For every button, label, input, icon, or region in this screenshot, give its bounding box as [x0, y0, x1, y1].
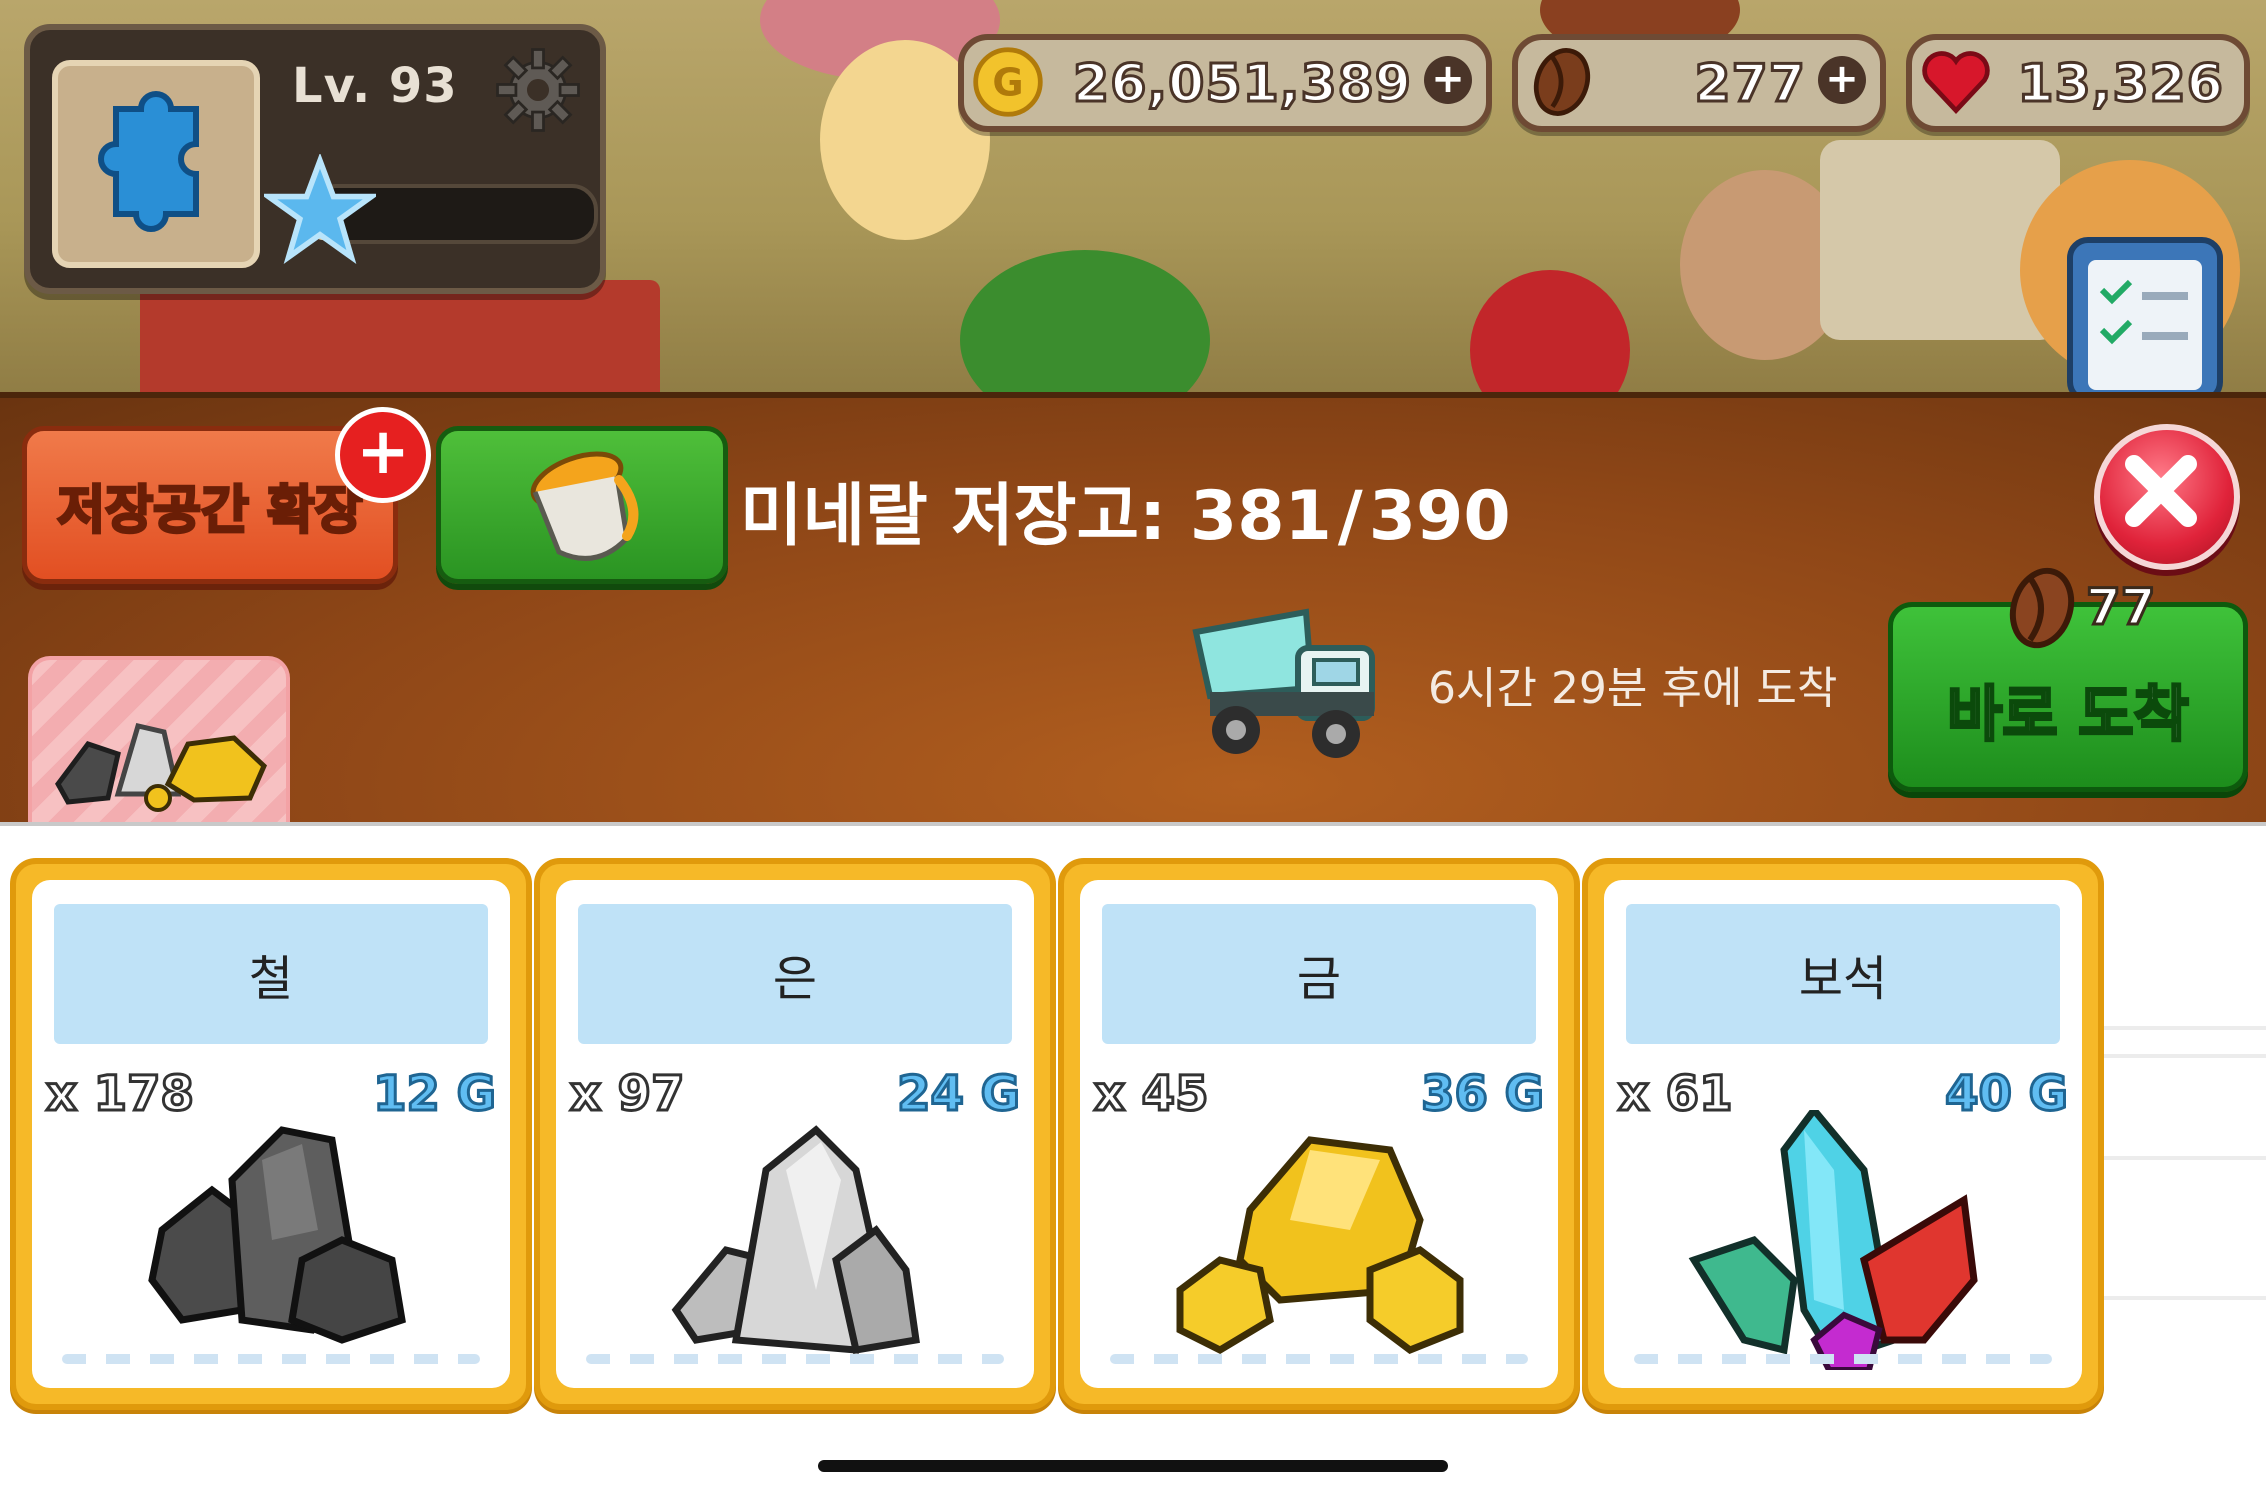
coffee-bean-icon [2009, 567, 2075, 649]
puzzle-piece-icon [98, 91, 199, 232]
list-divider [2090, 1026, 2266, 1030]
player-level: Lv. 93 [292, 58, 458, 114]
mineral-card-iron[interactable]: 철 x 178 12 G [10, 858, 532, 1410]
paint-bucket-button[interactable] [436, 426, 728, 584]
home-indicator[interactable] [818, 1460, 1448, 1472]
instant-arrival-label: 바로 도착 [1946, 679, 2191, 752]
storage-max: 390 [1368, 477, 1511, 556]
list-divider [2090, 1296, 2266, 1300]
list-divider [2090, 1156, 2266, 1160]
svg-text:G: G [992, 60, 1023, 104]
heart-amount: 13,326 [2016, 53, 2225, 116]
card-body: 철 x 178 12 G [32, 880, 510, 1388]
dump-truck-icon [1192, 608, 1375, 758]
storage-capacity-title: 미네랄 저장고: 381/390 [740, 460, 1511, 559]
add-bean-button[interactable]: + [1818, 56, 1866, 104]
storage-separator: / [1337, 477, 1363, 556]
card-dots [586, 1354, 1004, 1364]
mineral-name: 철 [54, 904, 488, 1044]
gear-icon[interactable] [492, 44, 584, 136]
player-profile-panel[interactable]: Lv. 93 [24, 24, 606, 294]
gold-coin-icon: G [973, 47, 1043, 117]
gold-counter[interactable]: G 26,051,389 + [958, 34, 1492, 132]
heart-counter: 13,326 [1906, 34, 2250, 132]
card-dots [62, 1354, 480, 1364]
star-icon [264, 154, 376, 265]
card-body: 보석 x 61 40 G [1604, 880, 2082, 1388]
list-divider [2090, 1054, 2266, 1058]
clipboard-icon[interactable] [2050, 220, 2240, 400]
gold-amount: 26,051,389 [1072, 53, 1413, 116]
mineral-name: 금 [1102, 904, 1536, 1044]
card-dots [1634, 1354, 2052, 1364]
mineral-name: 보석 [1626, 904, 2060, 1044]
bean-amount: 277 [1693, 53, 1807, 116]
arrival-time-text: 6시간 29분 후에 도착 [1428, 663, 1838, 714]
instant-arrival-cost: 77 [2085, 577, 2158, 638]
card-body: 금 x 45 36 G [1080, 880, 1558, 1388]
storage-label: 미네랄 저장고: [740, 477, 1167, 556]
avatar[interactable] [52, 60, 260, 268]
gold-ore-icon [1176, 1136, 1464, 1354]
tab-minerals[interactable] [28, 656, 290, 826]
card-dots [1110, 1354, 1528, 1364]
silver-ore-icon [671, 1125, 920, 1354]
storage-used: 381 [1189, 477, 1332, 556]
plus-icon: + [335, 407, 431, 503]
close-button[interactable] [2094, 424, 2240, 570]
mineral-card-silver[interactable]: 은 x 97 24 G [534, 858, 1056, 1410]
expand-storage-button[interactable]: 저장공간 확장 + [22, 407, 431, 584]
coffee-bean-icon [1533, 48, 1591, 116]
mineral-card-gem[interactable]: 보석 x 61 40 G [1582, 858, 2104, 1410]
ore-pile-icon [55, 723, 267, 812]
expand-storage-label: 저장공간 확장 [56, 479, 364, 542]
iron-ore-icon [148, 1126, 406, 1344]
close-icon [2125, 455, 2197, 527]
mineral-card-gold[interactable]: 금 x 45 36 G [1058, 858, 1580, 1410]
mineral-name: 은 [578, 904, 1012, 1044]
card-body: 은 x 97 24 G [556, 880, 1034, 1388]
add-gold-button[interactable]: + [1424, 56, 1472, 104]
gem-icon [1688, 1110, 1978, 1370]
paint-bucket-icon [530, 451, 639, 561]
heart-icon [1922, 51, 1990, 114]
bean-counter[interactable]: 277 + [1512, 34, 1886, 132]
